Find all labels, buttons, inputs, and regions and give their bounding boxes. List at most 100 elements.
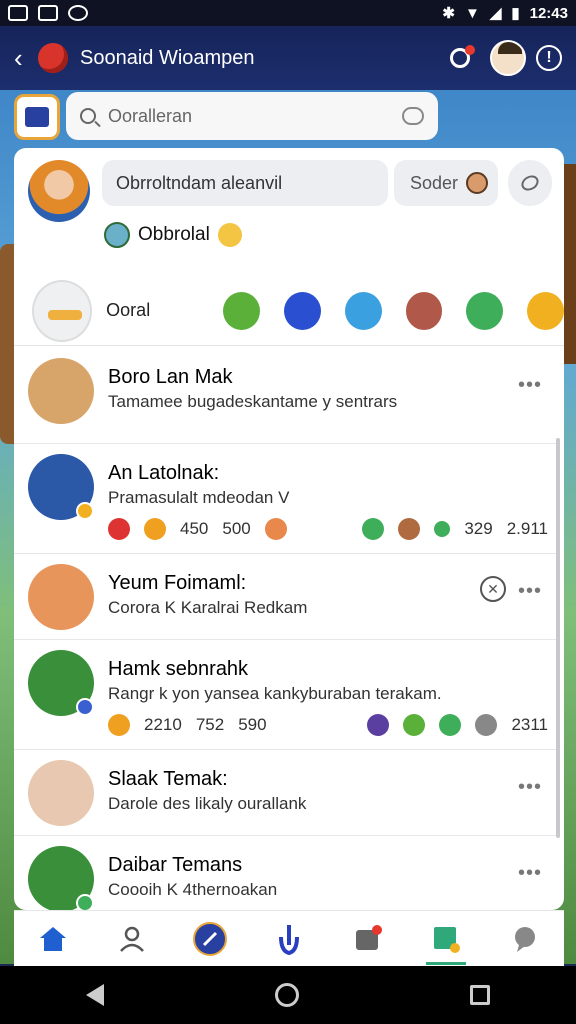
leaf-icon: [403, 714, 426, 736]
hand-icon: [278, 924, 299, 955]
composer-subline: Obbrolal: [104, 222, 242, 248]
inbox-icon: [355, 924, 382, 950]
profile-avatar[interactable]: [490, 40, 526, 76]
smile-emoji-icon: [217, 223, 242, 247]
friend-message: Rangr k yon yansea kankyburaban terakam.: [108, 684, 442, 703]
search-button[interactable]: [440, 38, 480, 78]
stat-value: 450: [180, 519, 209, 538]
avatar: [28, 760, 94, 826]
status-badge: [76, 894, 94, 910]
friend-name: Daibar Temans: [108, 854, 243, 876]
friend-name: Boro Lan Mak: [108, 366, 233, 388]
box-icon[interactable]: [283, 291, 321, 330]
back-icon[interactable]: ‹: [14, 43, 38, 74]
list-item[interactable]: Slaak Temak: Darole des likaly ourallank…: [14, 750, 556, 836]
bluetooth-icon: ✱: [442, 5, 455, 22]
list-item[interactable]: An Latolnak: Pramasulalt mdeodan V 450 5…: [14, 444, 556, 554]
chat-bubble-icon[interactable]: [402, 107, 424, 125]
more-options-icon[interactable]: •••: [518, 374, 542, 397]
tab-home[interactable]: [31, 917, 75, 961]
fire-icon: [108, 518, 130, 540]
status-time: 12:43: [529, 4, 568, 22]
bird-icon[interactable]: [344, 291, 382, 330]
wifi-icon: ▼: [464, 4, 480, 22]
stat-value: 329: [464, 519, 493, 538]
system-nav-bar: [0, 966, 576, 1024]
stat-value: 2.911: [506, 519, 548, 538]
avatar: [28, 564, 94, 630]
tab-compass[interactable]: [188, 917, 232, 961]
chat-icon: [514, 926, 535, 952]
more-options-icon[interactable]: •••: [518, 776, 542, 799]
tool-icon: [475, 714, 498, 736]
compass-icon: [193, 921, 228, 956]
friend-name: Hamk sebnrahk: [108, 658, 249, 680]
more-options-icon[interactable]: •••: [518, 580, 542, 603]
stats-row: 450 500 329 2.911: [108, 518, 548, 540]
cookie-icon: [264, 518, 287, 540]
info-icon[interactable]: !: [536, 45, 562, 71]
app-icon: [68, 5, 88, 21]
more-options-icon[interactable]: •••: [518, 862, 542, 885]
fox-icon: [398, 518, 421, 540]
magnifier-icon: [80, 108, 96, 124]
notification-dot: [465, 45, 475, 55]
stories-row: Ooral: [14, 276, 564, 346]
chat-icon[interactable]: [466, 291, 504, 330]
coin-icon: [108, 714, 130, 736]
friend-message: Coooih K 4thernoakan: [108, 880, 278, 899]
search-icon: [450, 45, 475, 68]
friend-message: Tamamee bugadeskantame y sentrars: [108, 392, 398, 411]
list-item[interactable]: Hamk sebnrahk Rangr k yon yansea kankybu…: [14, 640, 556, 750]
tab-chat[interactable]: [503, 917, 547, 961]
edit-icon: [518, 172, 542, 194]
friend-name: Yeum Foimaml:: [108, 572, 247, 594]
stat-value: 500: [222, 519, 251, 538]
tab-profile[interactable]: [110, 917, 154, 961]
mini-avatar: [104, 222, 130, 248]
edit-button[interactable]: [508, 160, 552, 206]
my-avatar[interactable]: [28, 160, 90, 222]
leaf-icon[interactable]: [223, 291, 260, 330]
stats-row: 2210 752 590 2311: [108, 714, 548, 736]
status-badge: [76, 502, 94, 520]
friend-name: Slaak Temak:: [108, 768, 228, 790]
stat-value: 752: [195, 715, 225, 734]
coin-icon: [144, 518, 166, 540]
signal-icon: ◢: [489, 5, 502, 22]
search-placeholder: Ooralleran: [108, 105, 193, 126]
gem-icon: [434, 521, 451, 537]
stories-label: Ooral: [106, 300, 151, 320]
active-tab-indicator: [426, 961, 467, 965]
scrollbar[interactable]: [556, 438, 560, 838]
face-icon: [466, 172, 489, 194]
send-button[interactable]: Soder: [394, 160, 498, 206]
list-item[interactable]: Boro Lan Mak Tamamee bugadeskantame y se…: [14, 348, 556, 444]
stat-value: 2210: [144, 715, 182, 734]
list-item[interactable]: Daibar Temans Coooih K 4thernoakan •••: [14, 836, 556, 910]
system-home-icon[interactable]: [274, 983, 299, 1007]
tab-hand[interactable]: [267, 917, 311, 961]
tile-button[interactable]: [14, 94, 60, 140]
face-icon[interactable]: [405, 291, 443, 330]
bottom-tab-bar: [14, 910, 564, 966]
system-recents-icon[interactable]: [470, 985, 491, 1005]
tab-inbox[interactable]: [346, 917, 390, 961]
friend-name: An Latolnak:: [108, 462, 220, 484]
home-icon[interactable]: [527, 291, 564, 330]
post-input[interactable]: Obrroltndam aleanvil: [102, 160, 388, 206]
story-me[interactable]: [32, 279, 93, 342]
status-badge: [76, 698, 94, 716]
friend-message: Darole des likaly ourallank: [108, 794, 307, 813]
tab-gallery[interactable]: [424, 917, 468, 965]
chat-icon: [362, 518, 385, 540]
close-icon[interactable]: ✕: [480, 576, 506, 602]
friend-message: Corora K Karalrai Redkam: [108, 598, 308, 617]
send-label: Soder: [410, 172, 459, 193]
search-input[interactable]: Ooralleran: [66, 92, 438, 140]
battery-icon: ▮: [511, 5, 520, 22]
home-icon: [40, 926, 67, 951]
system-back-icon[interactable]: [85, 984, 104, 1006]
sim-icon: [8, 5, 28, 21]
list-item[interactable]: Yeum Foimaml: Corora K Karalrai Redkam ✕…: [14, 554, 556, 640]
